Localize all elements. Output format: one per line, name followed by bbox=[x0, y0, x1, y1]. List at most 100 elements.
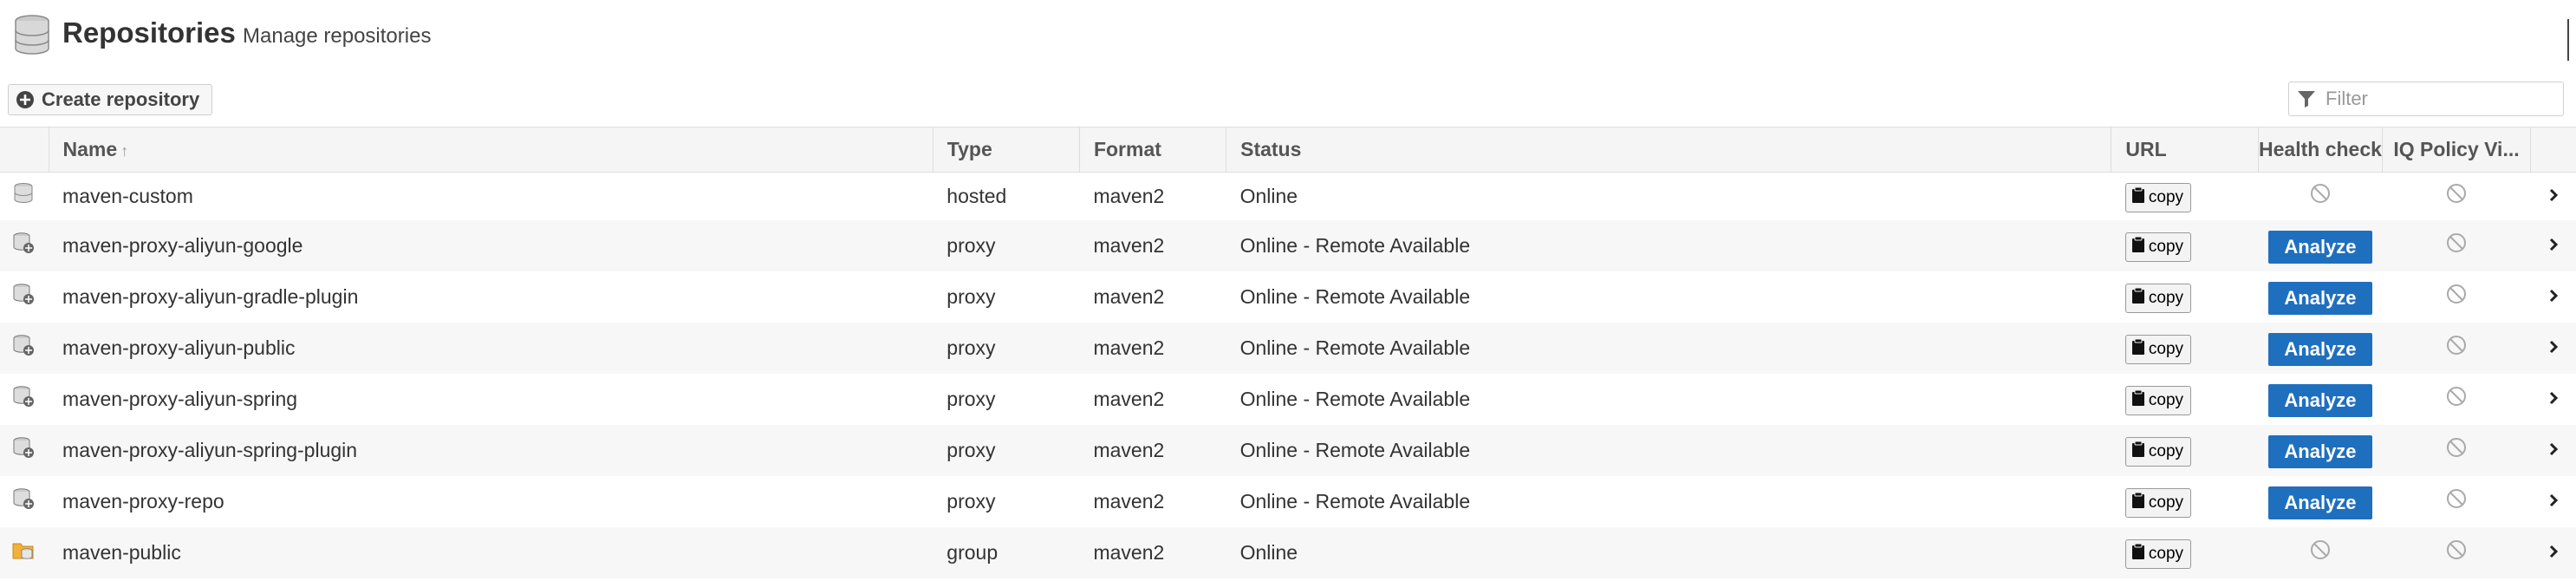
repo-format: maven2 bbox=[1093, 438, 1165, 461]
analyze-button[interactable]: Analyze bbox=[2267, 486, 2372, 519]
column-type-header[interactable]: Type bbox=[933, 127, 1080, 173]
page-header: Repositories Manage repositories bbox=[0, 0, 2576, 69]
repo-status: Online bbox=[1239, 540, 1298, 564]
analyze-button[interactable]: Analyze bbox=[2267, 231, 2372, 264]
row-detail-cell[interactable] bbox=[2530, 374, 2576, 425]
row-detail-cell[interactable] bbox=[2530, 173, 2576, 220]
analyze-button[interactable]: Analyze bbox=[2267, 384, 2372, 417]
clipboard-icon bbox=[2131, 492, 2149, 514]
row-detail-cell[interactable] bbox=[2530, 323, 2576, 374]
row-detail-cell[interactable] bbox=[2530, 476, 2576, 527]
column-format-header[interactable]: Format bbox=[1079, 127, 1227, 173]
repo-format: maven2 bbox=[1093, 387, 1165, 410]
repo-status: Online bbox=[1239, 184, 1298, 207]
analyze-button[interactable]: Analyze bbox=[2267, 333, 2372, 366]
copy-url-button[interactable]: copy bbox=[2124, 488, 2192, 518]
repo-type-cell bbox=[0, 220, 49, 271]
proxy-repo-icon bbox=[12, 488, 35, 514]
table-row[interactable]: maven-proxy-repo proxy maven2 Online - Remo… bbox=[0, 476, 2576, 527]
url-cell: copy bbox=[2111, 374, 2258, 425]
table-row[interactable]: maven-proxy-aliyun-gradle-plugin proxy mav… bbox=[0, 271, 2576, 323]
health-check-cell bbox=[2258, 527, 2383, 578]
iq-policy-cell bbox=[2383, 271, 2530, 323]
repo-status: Online - Remote Available bbox=[1239, 233, 1471, 257]
copy-url-button[interactable]: copy bbox=[2124, 539, 2192, 569]
copy-label: copy bbox=[2148, 545, 2184, 563]
ban-icon bbox=[2445, 284, 2468, 310]
copy-url-button[interactable]: copy bbox=[2124, 386, 2192, 415]
url-cell: copy bbox=[2111, 173, 2258, 220]
create-repository-button[interactable]: Create repository bbox=[8, 84, 213, 115]
repo-type: proxy bbox=[946, 336, 996, 359]
repo-type-cell bbox=[0, 323, 49, 374]
ban-icon bbox=[2309, 540, 2332, 565]
clipboard-icon bbox=[2131, 543, 2149, 565]
iq-policy-cell bbox=[2383, 173, 2530, 220]
copy-label: copy bbox=[2148, 391, 2184, 409]
copy-label: copy bbox=[2148, 289, 2184, 307]
clipboard-icon bbox=[2131, 441, 2149, 463]
row-detail-cell[interactable] bbox=[2530, 220, 2576, 271]
ban-icon bbox=[2445, 540, 2468, 565]
analyze-button[interactable]: Analyze bbox=[2267, 435, 2372, 468]
copy-url-button[interactable]: copy bbox=[2124, 437, 2192, 467]
chevron-right-icon bbox=[2547, 439, 2560, 461]
column-status-header[interactable]: Status bbox=[1226, 127, 2112, 173]
filter-input[interactable]: Filter bbox=[2288, 82, 2564, 116]
repo-name: maven-proxy-aliyun-spring-plugin bbox=[62, 438, 358, 461]
url-cell: copy bbox=[2111, 476, 2258, 527]
chevron-right-icon bbox=[2547, 388, 2560, 410]
repo-type: proxy bbox=[946, 387, 996, 410]
ban-icon bbox=[2445, 184, 2468, 209]
table-row[interactable]: maven-proxy-aliyun-spring proxy maven2 Onli… bbox=[0, 374, 2576, 425]
chevron-right-icon bbox=[2547, 490, 2560, 512]
health-check-cell: Analyze bbox=[2258, 323, 2383, 374]
health-check-cell: Analyze bbox=[2258, 220, 2383, 271]
clipboard-icon bbox=[2131, 186, 2149, 209]
chevron-right-icon bbox=[2547, 336, 2560, 359]
column-url-header[interactable]: URL bbox=[2111, 127, 2259, 173]
chevron-right-icon bbox=[2547, 185, 2560, 207]
repo-type-cell bbox=[0, 173, 49, 220]
url-cell: copy bbox=[2111, 323, 2258, 374]
chevron-right-icon bbox=[2547, 234, 2560, 257]
proxy-repo-icon bbox=[12, 232, 35, 258]
copy-label: copy bbox=[2148, 442, 2184, 460]
copy-url-button[interactable]: copy bbox=[2124, 335, 2192, 364]
repo-type-cell bbox=[0, 374, 49, 425]
column-health-header[interactable]: Health check bbox=[2258, 127, 2384, 173]
repo-format: maven2 bbox=[1093, 489, 1165, 512]
repo-type-cell bbox=[0, 271, 49, 323]
health-check-cell: Analyze bbox=[2258, 271, 2383, 323]
table-row[interactable]: maven-proxy-aliyun-spring-plugin proxy mav… bbox=[0, 424, 2576, 476]
repo-format: maven2 bbox=[1093, 284, 1165, 308]
analyze-button[interactable]: Analyze bbox=[2267, 282, 2372, 315]
copy-url-button[interactable]: copy bbox=[2124, 284, 2192, 313]
database-icon bbox=[15, 15, 49, 55]
row-detail-cell[interactable] bbox=[2530, 425, 2576, 476]
clipboard-icon bbox=[2131, 338, 2149, 361]
repo-status: Online - Remote Available bbox=[1239, 284, 1471, 308]
column-name-header[interactable]: Name ↑ bbox=[49, 127, 933, 173]
iq-policy-cell bbox=[2383, 220, 2530, 271]
row-detail-cell[interactable] bbox=[2530, 271, 2576, 323]
repo-status: Online - Remote Available bbox=[1239, 336, 1471, 359]
copy-url-button[interactable]: copy bbox=[2124, 183, 2192, 213]
chevron-right-icon bbox=[2547, 541, 2560, 564]
table-row[interactable]: maven-custom hosted maven2 Online copy bbox=[0, 173, 2576, 220]
iq-policy-cell bbox=[2383, 323, 2530, 374]
clipboard-icon bbox=[2131, 287, 2149, 310]
proxy-repo-icon bbox=[12, 437, 35, 463]
filter-placeholder: Filter bbox=[2326, 88, 2368, 109]
repo-type: proxy bbox=[946, 284, 996, 308]
url-cell: copy bbox=[2111, 527, 2258, 578]
table-row[interactable]: maven-proxy-aliyun-google proxy maven2 Onli… bbox=[0, 219, 2576, 271]
row-detail-cell[interactable] bbox=[2530, 527, 2576, 578]
clipboard-icon bbox=[2131, 389, 2149, 412]
table-row[interactable]: maven-public group maven2 Online copy bbox=[0, 526, 2576, 578]
table-row[interactable]: maven-proxy-aliyun-public proxy maven2 Onli… bbox=[0, 322, 2576, 374]
iq-policy-cell bbox=[2383, 374, 2530, 425]
copy-url-button[interactable]: copy bbox=[2124, 232, 2192, 262]
hosted-repo-icon bbox=[12, 183, 35, 209]
column-iq-header[interactable]: IQ Policy Vi... bbox=[2382, 127, 2531, 173]
